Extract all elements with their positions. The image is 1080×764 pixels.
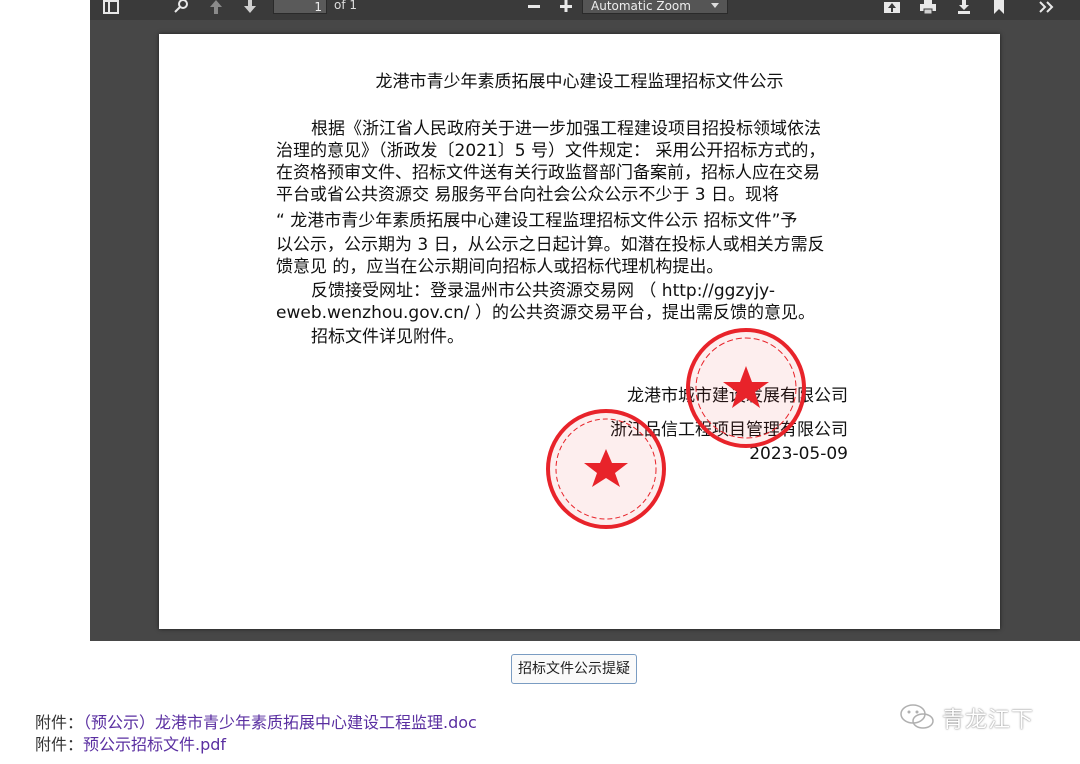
pdf-page: 龙港市青少年素质拓展中心建设工程监理招标文件公示 根据《浙江省人民政府关于进一步…	[159, 34, 1000, 629]
attachment-row: 附件：（预公示）龙港市青少年素质拓展中心建设工程监理.doc	[35, 709, 477, 733]
tools-menu-icon[interactable]	[1038, 0, 1056, 20]
attachment-label: 附件：	[35, 735, 84, 754]
document-title: 龙港市青少年素质拓展中心建设工程监理招标文件公示	[375, 72, 784, 92]
next-page-icon[interactable]	[242, 0, 258, 20]
attachment-row: 附件：预公示招标文件.pdf	[35, 731, 226, 755]
company-seal-2	[546, 409, 666, 529]
body-line: eweb.wenzhou.gov.cn/ ）的公共资源交易平台，提出需反馈的意见…	[276, 303, 816, 323]
body-line: 馈意见 的，应当在公示期间向招标人或招标代理机构提出。	[276, 257, 724, 277]
zoom-out-icon[interactable]	[526, 0, 542, 20]
presentation-mode-icon[interactable]	[883, 0, 901, 20]
company-seal-1	[686, 328, 806, 448]
body-line: “ 龙港市青少年素质拓展中心建设工程监理招标文件公示 招标文件”予	[276, 211, 798, 231]
pdf-viewer: of 1 Automatic Zoom 龙港市青少年素质拓展中心建设工程监理招标…	[90, 0, 1080, 641]
body-line: 招标文件详见附件。	[311, 327, 464, 347]
feedback-button[interactable]: 招标文件公示提疑	[511, 654, 637, 684]
watermark-text: 青龙江下	[942, 708, 1035, 733]
body-line: 平台或省公共资源交 易服务平台向社会公众公示不少于 3 日。现将	[276, 185, 780, 205]
chevron-down-icon	[711, 3, 719, 8]
print-icon[interactable]	[919, 0, 937, 20]
watermark: 青龙江下	[898, 702, 1033, 733]
attachment-label: 附件：	[35, 713, 84, 732]
bookmark-icon[interactable]	[992, 0, 1006, 20]
download-icon[interactable]	[956, 0, 972, 20]
previous-page-icon[interactable]	[208, 0, 224, 20]
page-count-label: of 1	[334, 0, 358, 12]
page-number-input[interactable]	[273, 0, 327, 14]
search-icon[interactable]	[172, 0, 190, 20]
sidebar-toggle-icon[interactable]	[102, 0, 120, 20]
zoom-in-icon[interactable]	[558, 0, 574, 20]
zoom-select-value: Automatic Zoom	[591, 0, 691, 13]
pdf-toolbar: of 1 Automatic Zoom	[90, 0, 1080, 20]
wechat-icon	[900, 704, 934, 729]
zoom-select[interactable]: Automatic Zoom	[582, 0, 728, 14]
attachment-link-pdf[interactable]: 预公示招标文件.pdf	[83, 735, 226, 754]
attachment-link-doc[interactable]: （预公示）龙港市青少年素质拓展中心建设工程监理.doc	[83, 713, 477, 732]
